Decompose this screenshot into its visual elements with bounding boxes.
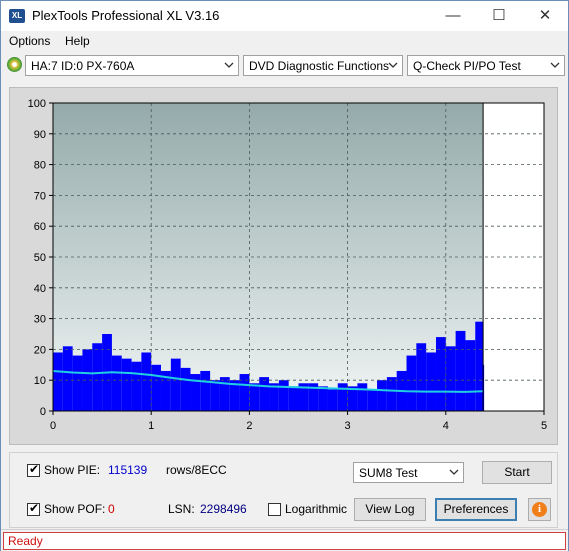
menu-bar: Options Help: [1, 31, 568, 51]
test-select[interactable]: Q-Check PI/PO Test: [407, 55, 565, 76]
chart-bar: [170, 358, 181, 411]
y-tick-label: 20: [34, 344, 46, 356]
x-tick-label: 3: [345, 420, 351, 432]
function-select[interactable]: DVD Diagnostic Functions: [243, 55, 403, 76]
minimize-button[interactable]: —: [430, 1, 476, 31]
chart-bar: [151, 364, 162, 411]
toolbar: HA:7 ID:0 PX-760A DVD Diagnostic Functio…: [1, 52, 568, 80]
info-button[interactable]: i: [528, 498, 551, 521]
show-pie-checkbox[interactable]: ✔: [27, 462, 40, 477]
chart-bar: [327, 389, 338, 411]
chart-bar: [288, 386, 299, 411]
x-tick-label: 5: [541, 420, 547, 432]
checkmark-icon: ✔: [29, 501, 40, 515]
chart-panel: 0 10 20 30 40 50 60 70 80 90 100 0 1 2 3 4 5: [9, 87, 558, 445]
show-pof-label: Show POF:: [44, 502, 106, 516]
y-tick-label: 40: [34, 283, 46, 295]
lsn-value: 2298496: [200, 502, 247, 516]
view-log-button[interactable]: View Log: [354, 498, 426, 521]
info-icon: i: [532, 502, 547, 517]
sum8-test-select[interactable]: SUM8 Test: [353, 462, 464, 483]
y-tick-label: 90: [34, 129, 46, 141]
menu-options[interactable]: Options: [9, 34, 50, 48]
test-select-value: Q-Check PI/PO Test: [413, 59, 521, 73]
start-button[interactable]: Start: [482, 461, 552, 484]
chart-bar: [416, 343, 427, 411]
chart-bar: [435, 337, 446, 411]
chart-bar: [337, 383, 348, 411]
chart-bar: [455, 330, 466, 411]
chart-bar: [278, 380, 289, 411]
y-tick-label: 10: [34, 375, 46, 387]
status-field: Ready: [3, 532, 566, 550]
pi-po-chart: 0 10 20 30 40 50 60 70 80 90 100 0 1 2 3 4 5: [28, 98, 547, 432]
title-bar: XL PlexTools Professional XL V3.16 — ☐ ✕: [1, 1, 568, 31]
chart-bar: [426, 352, 436, 411]
chart-bar: [445, 346, 456, 411]
chevron-down-icon: [224, 62, 234, 68]
show-pof-checkbox[interactable]: ✔: [27, 501, 40, 516]
maximize-button[interactable]: ☐: [476, 1, 522, 31]
chart-bar: [367, 389, 378, 411]
y-tick-label: 0: [40, 406, 46, 418]
y-tick-label: 80: [34, 160, 46, 172]
controls-panel: ✔ Show PIE: 115139 rows/8ECC ✔ Show POF:…: [9, 452, 558, 528]
y-tick-label: 50: [34, 252, 46, 264]
window-title: PlexTools Professional XL V3.16: [32, 8, 220, 23]
chevron-down-icon: [449, 469, 459, 475]
chart-bar: [377, 380, 387, 411]
chart-bar: [475, 321, 484, 411]
function-select-value: DVD Diagnostic Functions: [249, 59, 390, 73]
chart-bar: [131, 361, 142, 411]
chart-bar: [62, 346, 73, 411]
chart-bar: [406, 355, 417, 411]
x-tick-label: 1: [148, 420, 154, 432]
lsn-label: LSN:: [168, 502, 195, 516]
logarithmic-checkbox[interactable]: [268, 503, 281, 516]
logarithmic-label: Logarithmic: [285, 502, 348, 516]
status-text: Ready: [8, 534, 43, 548]
menu-help[interactable]: Help: [65, 34, 90, 48]
pof-value: 0: [108, 502, 115, 516]
pie-value: 115139: [108, 463, 148, 477]
close-button[interactable]: ✕: [522, 1, 568, 31]
chart-bar: [357, 383, 368, 411]
app-logo-icon: XL: [9, 9, 25, 23]
chart-bar: [141, 352, 152, 411]
chevron-down-icon: [550, 62, 560, 68]
chart-bar: [239, 374, 250, 411]
chart-bar: [111, 355, 122, 411]
chart-bar: [53, 352, 63, 411]
chart-bar: [180, 367, 191, 411]
chart-bar: [121, 358, 132, 411]
drive-select-value: HA:7 ID:0 PX-760A: [31, 59, 135, 73]
chart-bar: [210, 380, 220, 411]
app-window: XL PlexTools Professional XL V3.16 — ☐ ✕…: [0, 0, 569, 551]
chart-bar: [318, 386, 328, 411]
y-tick-label: 70: [34, 190, 46, 202]
y-tick-label: 100: [28, 98, 46, 110]
chevron-down-icon: [388, 62, 398, 68]
checkmark-icon: ✔: [29, 462, 40, 476]
chart-bar: [386, 377, 397, 411]
drive-select[interactable]: HA:7 ID:0 PX-760A: [25, 55, 239, 76]
show-pie-label: Show PIE:: [44, 463, 101, 477]
y-tick-label: 60: [34, 221, 46, 233]
x-tick-label: 2: [246, 420, 252, 432]
x-tick-label: 0: [50, 420, 56, 432]
x-tick-label: 4: [443, 420, 449, 432]
chart-bar: [249, 383, 260, 411]
status-bar: Ready: [1, 529, 568, 551]
disc-icon: [7, 57, 22, 72]
chart-bar: [200, 370, 211, 411]
chart-bar: [92, 343, 103, 411]
pie-unit: rows/8ECC: [166, 463, 227, 477]
sum8-test-value: SUM8 Test: [359, 466, 418, 480]
preferences-button[interactable]: Preferences: [435, 498, 517, 521]
chart-bar: [72, 355, 83, 411]
y-tick-label: 30: [34, 314, 46, 326]
chart-bar: [465, 340, 476, 411]
chart-bar: [259, 377, 270, 411]
